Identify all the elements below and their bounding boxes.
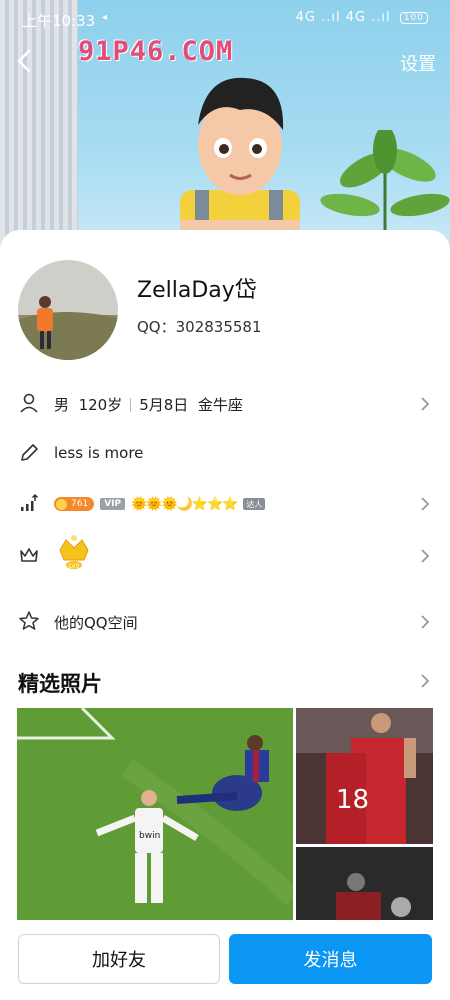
- cartoon-character-image: [180, 77, 300, 240]
- photo-soccer-field[interactable]: bwin: [17, 708, 293, 920]
- chevron-right-icon: [421, 615, 430, 629]
- signal-icon: 4G ..ıl 4G ..ıl: [295, 10, 391, 25]
- status-bar: 上午10:33 ◂ 4G ..ıl 4G ..ıl 100: [0, 0, 450, 40]
- location-icon: ◂: [102, 12, 108, 23]
- person-icon: [20, 393, 38, 413]
- jersey-sponsor-text: bwin: [139, 831, 160, 841]
- profile-cover[interactable]: 上午10:33 ◂ 4G ..ıl 4G ..ıl 100 91P46.COM …: [0, 0, 450, 250]
- watermark-text: 91P46.COM: [78, 36, 234, 67]
- add-friend-button[interactable]: 加好友: [18, 934, 220, 984]
- bottom-action-bar: 加好友 发消息: [0, 920, 450, 1000]
- send-message-button[interactable]: 发消息: [229, 934, 432, 984]
- chevron-right-icon: [421, 397, 430, 411]
- zodiac: 金牛座: [197, 396, 243, 414]
- bw-photo: [296, 847, 433, 920]
- featured-photos-title: 精选照片: [18, 672, 102, 696]
- level-up-icon: [21, 493, 39, 511]
- photo-celebration[interactable]: 18: [296, 708, 433, 844]
- age: 120岁: [78, 396, 123, 414]
- signature-text: less is more: [54, 444, 144, 462]
- gender: 男: [54, 396, 70, 414]
- birthday: 5月8日: [139, 396, 189, 414]
- chevron-right-icon: [421, 549, 430, 563]
- jersey-number: 18: [336, 785, 369, 815]
- basic-info-text: 男 120岁 5月8日 金牛座: [54, 394, 243, 415]
- divider: [130, 398, 132, 412]
- chevron-right-icon[interactable]: [420, 673, 430, 689]
- photo-bw-player[interactable]: [296, 847, 433, 920]
- coin-count: 761: [71, 499, 89, 509]
- qzone-label: 他的QQ空间: [54, 614, 138, 632]
- crown-badge-icon: LV0: [59, 535, 89, 570]
- crown-row[interactable]: LV0: [0, 534, 450, 578]
- avatar[interactable]: [18, 260, 118, 360]
- coin-icon: [56, 498, 67, 510]
- battery-icon: 100: [399, 11, 428, 24]
- medal-badge: 达人: [243, 498, 266, 510]
- avatar-photo: [18, 260, 118, 360]
- level-coin-badge: 761: [54, 497, 95, 511]
- qzone-row[interactable]: 他的QQ空间: [0, 600, 450, 644]
- nickname: ZellaDay岱: [137, 278, 257, 303]
- plant-image: [320, 130, 450, 240]
- star-icon: [19, 611, 39, 630]
- celebration-photo: 18: [296, 708, 433, 844]
- crown-level-label: LV0: [69, 563, 80, 570]
- status-time: 上午10:33: [22, 12, 96, 30]
- soccer-photo: bwin: [17, 708, 293, 920]
- chevron-right-icon: [421, 497, 430, 511]
- basic-info-row[interactable]: 男 120岁 5月8日 金牛座: [0, 382, 450, 426]
- vip-badge: VIP: [100, 498, 126, 510]
- pencil-icon: [21, 444, 38, 461]
- signature-row[interactable]: less is more: [0, 432, 450, 476]
- photo-grid: bwin 18: [17, 708, 433, 920]
- level-row[interactable]: 761 VIP 🌞🌞🌞🌙⭐⭐⭐ 达人: [0, 482, 450, 526]
- status-right: 4G ..ıl 4G ..ıl 100: [296, 10, 428, 25]
- settings-button[interactable]: 设置: [400, 50, 436, 76]
- level-icons: 🌞🌞🌞🌙⭐⭐⭐: [131, 496, 238, 512]
- level-badges: 761 VIP 🌞🌞🌞🌙⭐⭐⭐ 达人: [54, 492, 266, 516]
- back-arrow-icon[interactable]: [14, 48, 36, 74]
- qq-number: QQ：302835581: [137, 318, 262, 336]
- crown-icon: [20, 548, 38, 562]
